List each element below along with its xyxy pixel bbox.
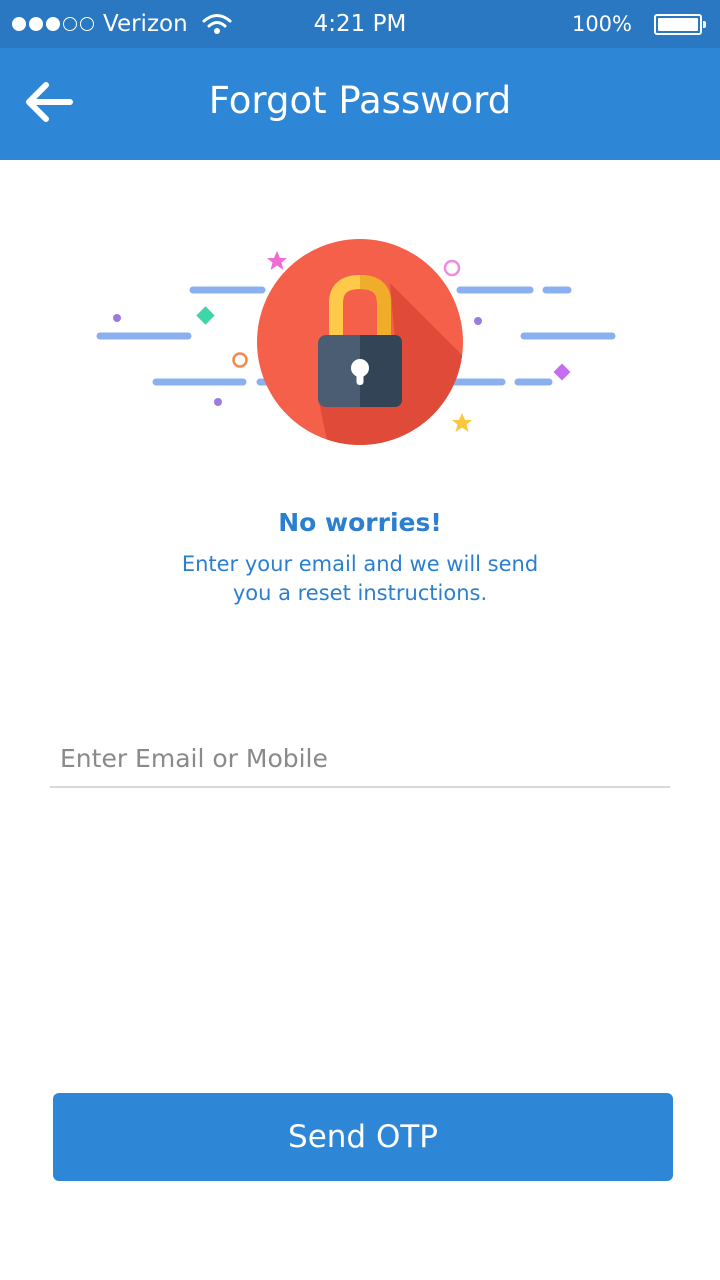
page-title: Forgot Password [208,79,512,122]
sparkle-ring [232,352,248,368]
instructions-line-2: you a reset instructions. [232,581,488,605]
battery-percent: 100% [571,12,632,36]
instructions-line-1: Enter your email and we will send [181,552,539,576]
sparkle-diamond [196,306,215,325]
sparkle-ring [443,259,461,277]
star-icon [452,413,472,432]
sparkle-dot [113,314,121,322]
headline: No worries! [278,508,442,537]
sparkle-dot [214,398,222,406]
battery-icon [654,13,706,35]
email-or-mobile-input[interactable] [50,730,670,788]
send-otp-button[interactable]: Send OTP [53,1093,673,1181]
instructions-text: Enter your email and we will send you a … [140,550,580,608]
app-bar: Forgot Password [0,48,720,160]
status-right: 100% [571,0,706,48]
hero-illustration [0,225,720,465]
sparkle-dot [474,317,482,325]
sparkle-diamond [553,363,571,381]
hero-graphic [96,239,616,445]
status-bar: Verizon 4:21 PM 100% [0,0,720,48]
star-icon [267,251,287,270]
